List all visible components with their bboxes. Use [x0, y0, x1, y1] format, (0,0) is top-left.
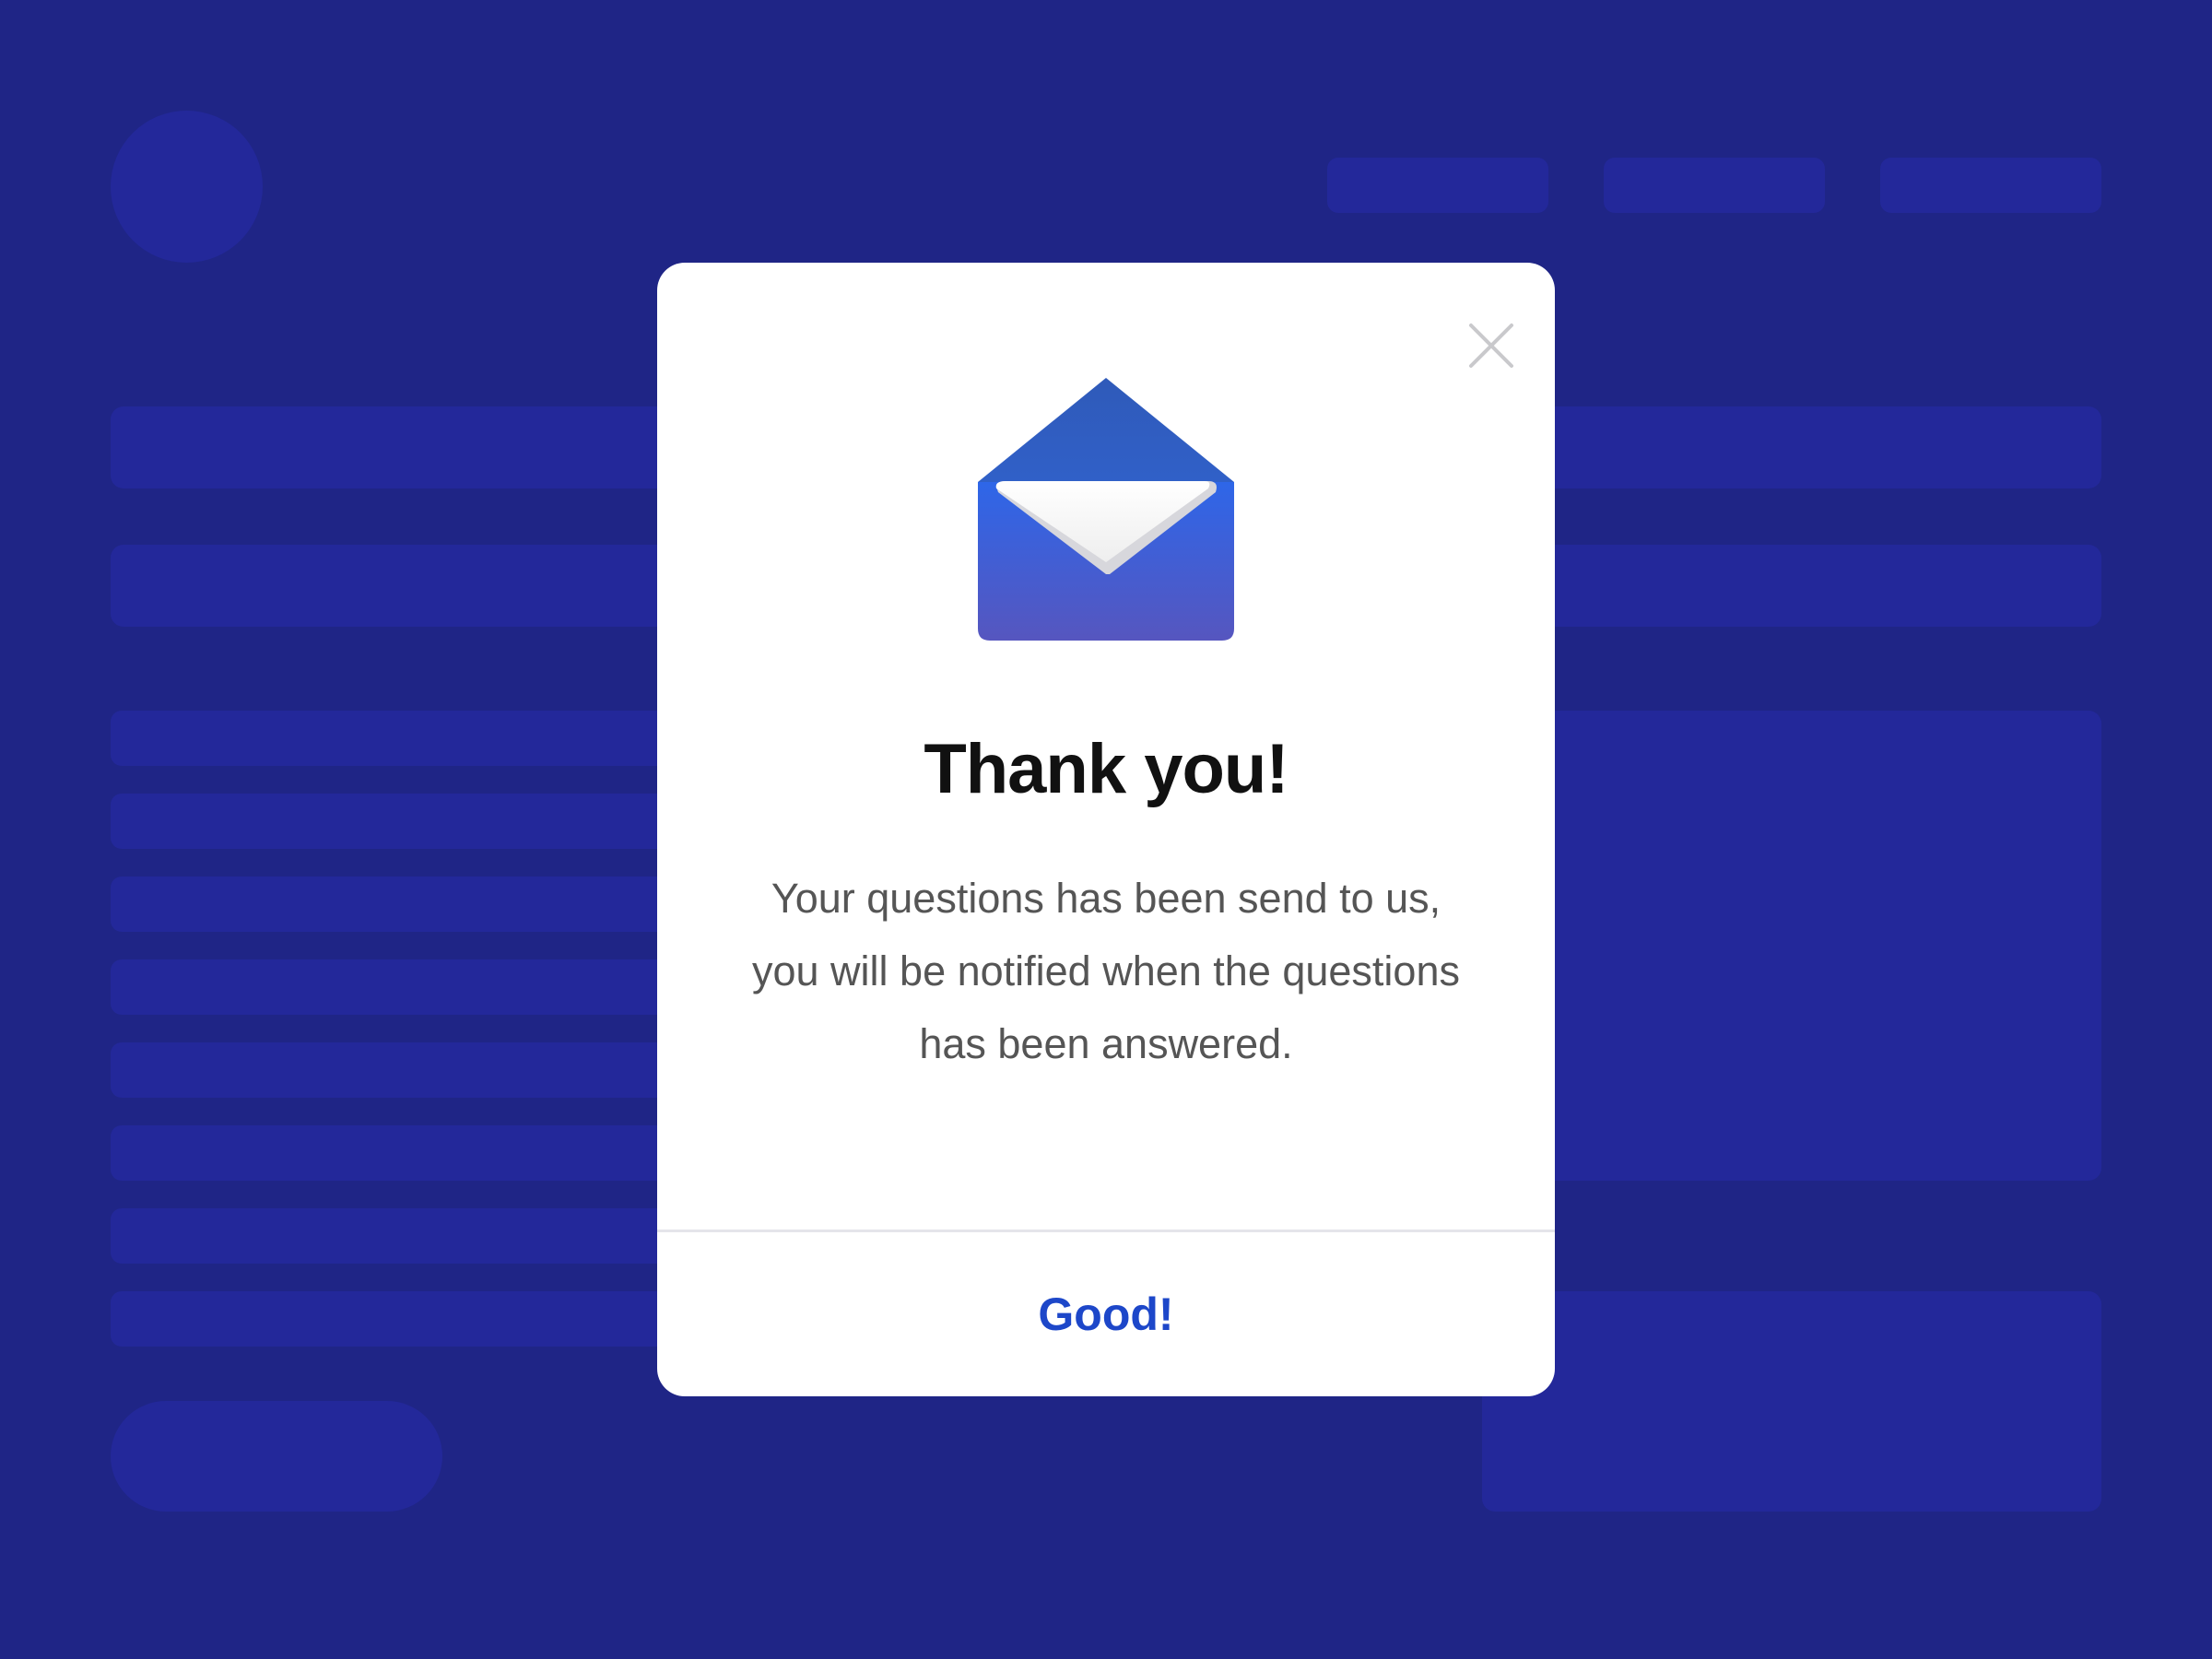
background-text-line-placeholder	[111, 1291, 719, 1347]
background-text-line-placeholder	[111, 959, 719, 1015]
background-text-line-placeholder	[111, 1125, 719, 1181]
background-nav-placeholder	[1327, 158, 1548, 213]
close-button[interactable]	[1450, 304, 1533, 387]
background-button-placeholder	[111, 1401, 442, 1512]
thank-you-modal: Thank you! Your questions has been send …	[657, 263, 1555, 1396]
open-envelope-icon	[978, 378, 1234, 641]
good-button-label: Good!	[1038, 1288, 1174, 1340]
modal-title: Thank you!	[924, 730, 1288, 808]
background-nav-placeholder	[1604, 158, 1825, 213]
background-page: Thank you! Your questions has been send …	[0, 0, 2212, 1659]
modal-message: Your questions has been send to us, you …	[752, 875, 1460, 1067]
background-text-line-placeholder	[111, 877, 719, 932]
good-button[interactable]: Good!	[657, 1232, 1555, 1396]
background-text-line-placeholder	[111, 794, 719, 849]
background-panel-placeholder	[1482, 711, 2101, 1181]
background-text-line-placeholder	[111, 711, 719, 766]
background-panel-placeholder	[1482, 1291, 2101, 1512]
background-avatar-placeholder	[111, 111, 263, 263]
background-text-line-placeholder	[111, 1042, 719, 1098]
background-text-line-placeholder	[111, 1208, 719, 1264]
background-nav-placeholder	[1880, 158, 2101, 213]
close-icon	[1469, 324, 1513, 368]
